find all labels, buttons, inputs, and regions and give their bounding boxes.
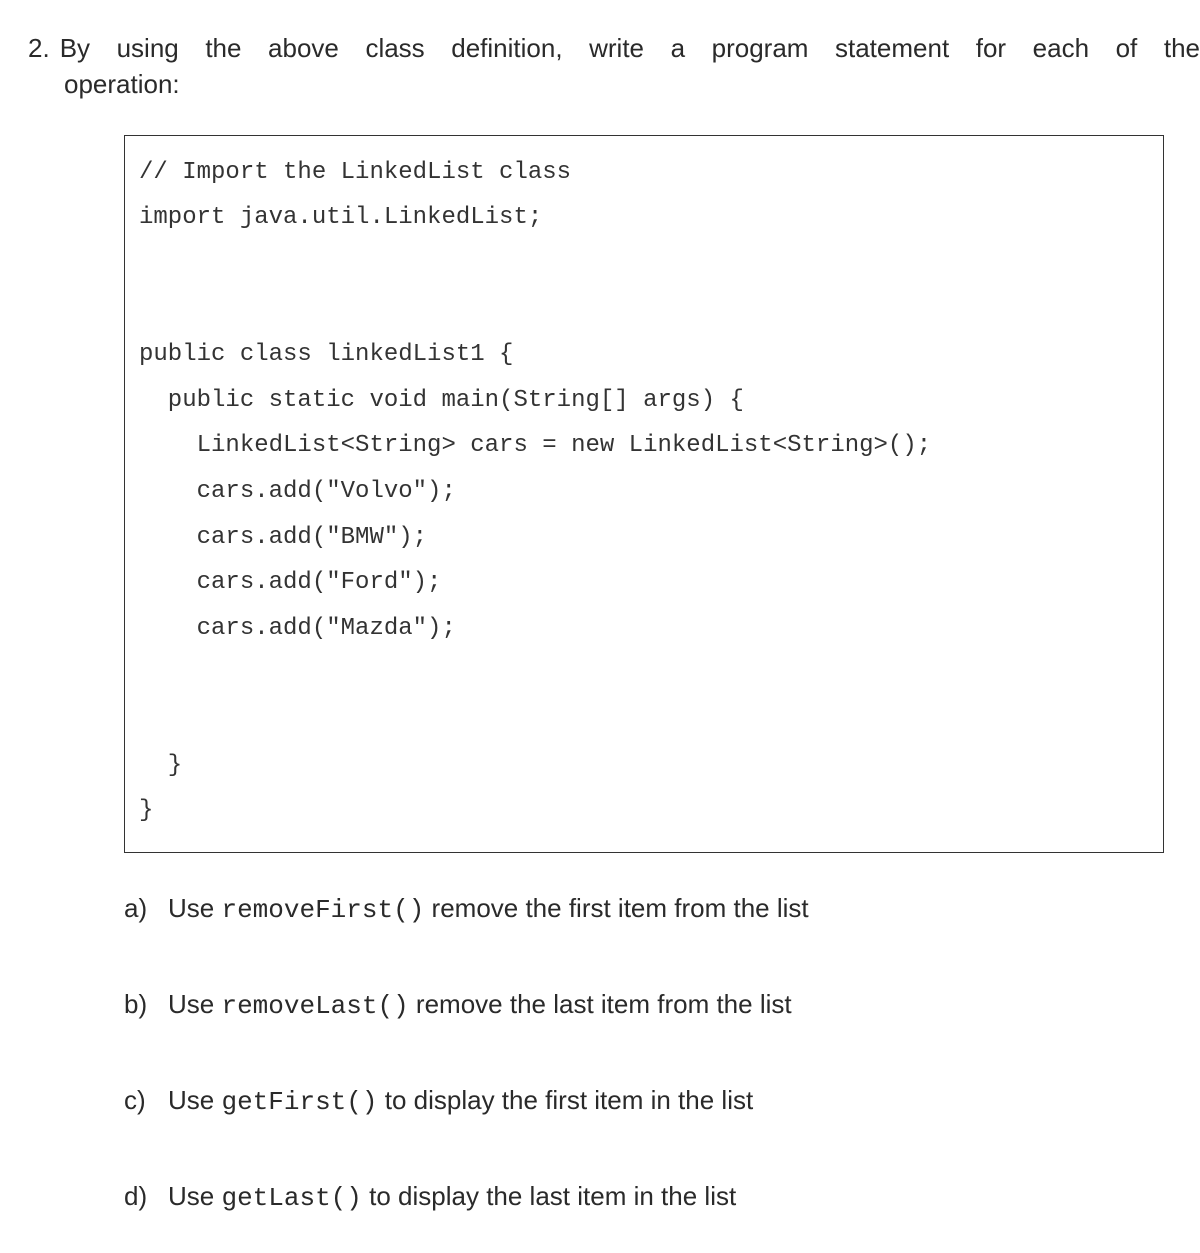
sub-text: Use removeFirst() remove the first item … bbox=[168, 893, 1200, 925]
code-line: cars.add("Volvo"); bbox=[139, 469, 1149, 515]
sub-code: getFirst() bbox=[221, 1087, 377, 1117]
question-text-line-2: operation: bbox=[0, 66, 1200, 102]
code-line: cars.add("BMW"); bbox=[139, 515, 1149, 561]
sub-label: c) bbox=[124, 1085, 168, 1116]
code-line: import java.util.LinkedList; bbox=[139, 195, 1149, 241]
code-box: // Import the LinkedList class import ja… bbox=[124, 135, 1164, 853]
sub-code: getLast() bbox=[221, 1183, 361, 1213]
sub-question-a: a) Use removeFirst() remove the first it… bbox=[124, 893, 1200, 925]
question-line-1: 2. By using the above class definition, … bbox=[0, 30, 1200, 66]
page: 2. By using the above class definition, … bbox=[0, 0, 1200, 1253]
code-line: } bbox=[139, 788, 1149, 834]
sub-text: Use getFirst() to display the first item… bbox=[168, 1085, 1200, 1117]
sub-prefix: Use bbox=[168, 1085, 221, 1115]
code-line bbox=[139, 287, 1149, 333]
sub-label: a) bbox=[124, 893, 168, 924]
code-line: LinkedList<String> cars = new LinkedList… bbox=[139, 423, 1149, 469]
sub-questions: a) Use removeFirst() remove the first it… bbox=[0, 893, 1200, 1213]
code-line: cars.add("Ford"); bbox=[139, 560, 1149, 606]
sub-question-c: c) Use getFirst() to display the first i… bbox=[124, 1085, 1200, 1117]
sub-code: removeFirst() bbox=[221, 895, 424, 925]
sub-text: Use getLast() to display the last item i… bbox=[168, 1181, 1200, 1213]
sub-code: removeLast() bbox=[221, 991, 408, 1021]
code-line bbox=[139, 241, 1149, 287]
sub-suffix: remove the first item from the list bbox=[424, 893, 808, 923]
sub-prefix: Use bbox=[168, 989, 221, 1019]
sub-label: d) bbox=[124, 1181, 168, 1212]
code-line bbox=[139, 651, 1149, 697]
code-line: public static void main(String[] args) { bbox=[139, 378, 1149, 424]
sub-question-d: d) Use getLast() to display the last ite… bbox=[124, 1181, 1200, 1213]
code-line: cars.add("Mazda"); bbox=[139, 606, 1149, 652]
sub-question-b: b) Use removeLast() remove the last item… bbox=[124, 989, 1200, 1021]
code-line bbox=[139, 697, 1149, 743]
question-number: 2. bbox=[28, 30, 60, 66]
sub-suffix: to display the last item in the list bbox=[362, 1181, 736, 1211]
code-line: public class linkedList1 { bbox=[139, 332, 1149, 378]
sub-prefix: Use bbox=[168, 1181, 221, 1211]
sub-prefix: Use bbox=[168, 893, 221, 923]
sub-suffix: remove the last item from the list bbox=[409, 989, 792, 1019]
sub-label: b) bbox=[124, 989, 168, 1020]
code-line: // Import the LinkedList class bbox=[139, 150, 1149, 196]
question-text-line-1: By using the above class definition, wri… bbox=[60, 30, 1200, 66]
code-line: } bbox=[139, 743, 1149, 789]
sub-text: Use removeLast() remove the last item fr… bbox=[168, 989, 1200, 1021]
sub-suffix: to display the first item in the list bbox=[378, 1085, 754, 1115]
